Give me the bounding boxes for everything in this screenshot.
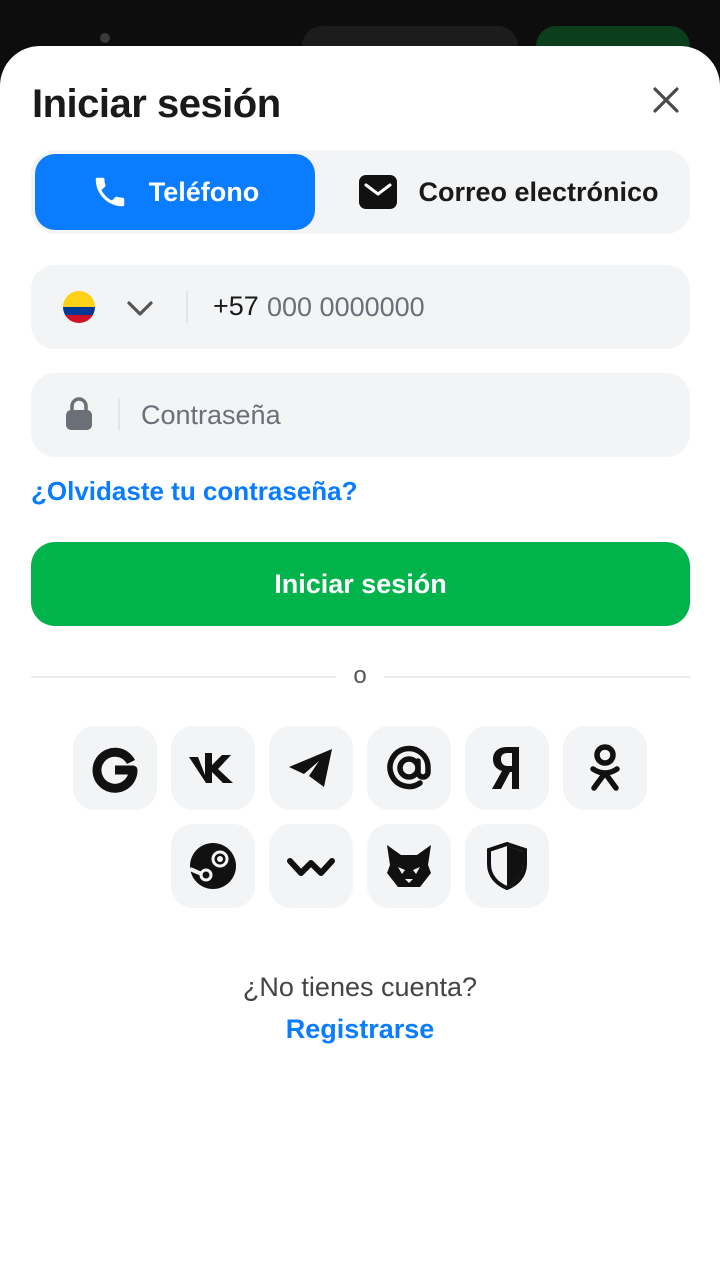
metamask-login-button[interactable] bbox=[367, 824, 451, 908]
close-icon bbox=[653, 87, 679, 113]
yandex-icon bbox=[492, 747, 519, 789]
odnoklassniki-icon bbox=[590, 744, 620, 791]
walletconnect-login-button[interactable] bbox=[269, 824, 353, 908]
tab-email-label: Correo electrónico bbox=[418, 176, 659, 207]
field-separator bbox=[186, 291, 188, 323]
login-sheet: Iniciar sesión Teléfono Correo electróni… bbox=[0, 46, 720, 1280]
metamask-icon bbox=[387, 845, 431, 887]
no-account-text: ¿No tienes cuenta? bbox=[242, 972, 478, 1002]
colombia-flag-icon bbox=[63, 291, 95, 323]
login-method-tabs: Teléfono Correo electrónico bbox=[31, 150, 690, 234]
login-button[interactable]: Iniciar sesión bbox=[31, 542, 690, 626]
register-link[interactable]: Registrarse bbox=[0, 1014, 720, 1045]
walletconnect-icon bbox=[287, 858, 335, 876]
divider-line bbox=[384, 676, 690, 678]
vk-icon bbox=[189, 753, 233, 783]
password-field bbox=[31, 373, 690, 457]
odnoklassniki-login-button[interactable] bbox=[563, 726, 647, 810]
chevron-down-icon[interactable] bbox=[125, 293, 155, 323]
telegram-icon bbox=[289, 749, 332, 787]
phone-prefix: +57 bbox=[213, 291, 259, 321]
steam-login-button[interactable] bbox=[171, 824, 255, 908]
password-input[interactable] bbox=[141, 389, 661, 441]
steam-icon bbox=[189, 843, 236, 889]
page-title: Iniciar sesión bbox=[32, 82, 281, 126]
vk-login-button[interactable] bbox=[171, 726, 255, 810]
google-login-button[interactable] bbox=[73, 726, 157, 810]
phone-icon bbox=[95, 177, 124, 207]
mail-ru-icon bbox=[387, 745, 431, 790]
mail-ru-login-button[interactable] bbox=[367, 726, 451, 810]
close-button[interactable] bbox=[646, 80, 686, 120]
phone-field: +57 bbox=[31, 265, 690, 349]
tab-email[interactable]: Correo electrónico bbox=[331, 154, 686, 230]
divider-text: o bbox=[353, 662, 367, 689]
yandex-login-button[interactable] bbox=[465, 726, 549, 810]
google-icon bbox=[92, 747, 138, 793]
telegram-login-button[interactable] bbox=[269, 726, 353, 810]
shield-icon bbox=[487, 842, 527, 890]
shield-login-button[interactable] bbox=[465, 824, 549, 908]
tab-phone[interactable]: Teléfono bbox=[35, 154, 315, 230]
forgot-password-link[interactable]: ¿Olvidaste tu contraseña? bbox=[31, 476, 358, 507]
lock-icon bbox=[66, 397, 92, 430]
mail-icon bbox=[359, 175, 398, 209]
tab-phone-label: Teléfono bbox=[148, 176, 260, 207]
background-dot bbox=[100, 33, 110, 43]
divider-line bbox=[31, 676, 336, 678]
phone-input[interactable] bbox=[267, 281, 667, 333]
field-separator bbox=[118, 399, 120, 431]
